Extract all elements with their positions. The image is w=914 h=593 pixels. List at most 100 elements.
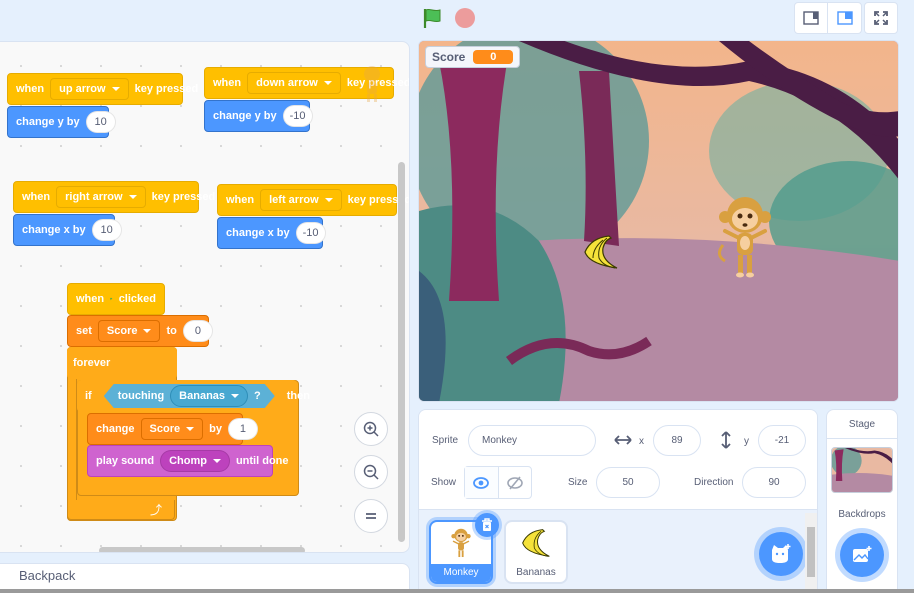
when-key-pressed-block-up[interactable]: when up arrow key pressed: [7, 60, 198, 105]
y-value: -21: [774, 435, 790, 446]
change-variable-block[interactable]: change Score by 1: [87, 413, 258, 445]
block-text: clicked: [118, 293, 156, 305]
script-area[interactable]: when up arrow key pressed change y by 10…: [0, 41, 410, 553]
key-dropdown[interactable]: left arrow: [260, 189, 342, 211]
sprite-name-value: Monkey: [482, 435, 518, 446]
touching-target-value: Bananas: [179, 390, 226, 402]
block-text: change y by: [16, 116, 80, 128]
choose-sprite-button[interactable]: [759, 532, 803, 576]
key-dropdown[interactable]: down arrow: [247, 72, 341, 94]
value-input[interactable]: 0: [182, 320, 213, 342]
direction-input[interactable]: 90: [742, 467, 806, 498]
horizontal-scrollbar[interactable]: [99, 547, 305, 552]
sprite-pane: Sprite Monkey x 89 y -21 Show Size 50 Di…: [418, 409, 818, 593]
visibility-toggle: [464, 466, 532, 499]
hide-button[interactable]: [499, 467, 532, 498]
touching-block[interactable]: touching Bananas ?: [104, 384, 275, 408]
score-monitor[interactable]: Score 0: [425, 46, 521, 68]
when-key-pressed-block-right[interactable]: when right arrow key pressed: [13, 168, 215, 213]
chevron-down-icon: [212, 459, 221, 463]
block-text: when: [76, 293, 105, 305]
change-x-block[interactable]: change x by 10: [13, 214, 122, 246]
key-dropdown-value: down arrow: [256, 77, 318, 89]
sprite-name-input[interactable]: Monkey: [468, 425, 596, 456]
sprite-info-panel: Sprite Monkey x 89 y -21 Show Size 50 Di…: [419, 410, 817, 510]
variable-dropdown[interactable]: Score: [97, 320, 161, 342]
set-variable-block[interactable]: set Score to 0: [67, 315, 213, 347]
when-flag-clicked-block[interactable]: when clicked: [67, 270, 165, 315]
backpack-label: Backpack: [19, 568, 76, 583]
add-backdrop-icon: [853, 546, 872, 562]
bananas-icon: [584, 235, 618, 269]
delete-sprite-button[interactable]: [475, 513, 499, 537]
value-input[interactable]: 10: [85, 111, 116, 133]
zoom-in-icon: [363, 421, 379, 437]
change-y-block[interactable]: change y by -10: [204, 100, 313, 132]
show-button[interactable]: [465, 467, 499, 498]
block-text: play sound: [96, 455, 155, 467]
key-dropdown[interactable]: right arrow: [56, 186, 146, 208]
x-label: x: [639, 436, 644, 447]
normal-stage-button[interactable]: [828, 3, 861, 33]
block-text: to: [166, 325, 177, 337]
value-input[interactable]: 1: [227, 418, 258, 440]
small-stage-icon: [803, 11, 819, 25]
size-value: 50: [622, 477, 634, 488]
value-input[interactable]: 10: [91, 219, 122, 241]
equals-icon: [366, 513, 376, 519]
jungle-backdrop: [419, 41, 898, 401]
zoom-out-button[interactable]: [354, 455, 388, 489]
stage-target-pane[interactable]: Stage Backdrops: [826, 409, 898, 593]
monkey-thumbnail-icon: [451, 528, 471, 558]
zoom-in-button[interactable]: [354, 412, 388, 446]
monkey-icon: [364, 66, 380, 102]
when-key-pressed-block-left[interactable]: when left arrow key pressed: [217, 171, 409, 216]
size-input[interactable]: 50: [596, 467, 660, 498]
scrollbar-thumb[interactable]: [807, 527, 815, 577]
chevron-down-icon: [111, 87, 120, 91]
horizontal-arrows-icon: [614, 435, 632, 445]
green-flag-icon: [110, 297, 113, 301]
block-text: touching: [117, 390, 165, 402]
sprite-tile-bananas[interactable]: Bananas: [504, 520, 568, 584]
block-text: until done: [235, 455, 289, 467]
change-y-block[interactable]: change y by 10: [7, 106, 116, 138]
forever-footer: ⤴: [67, 500, 175, 520]
vertical-arrows-icon: [721, 431, 731, 449]
chevron-down-icon: [186, 427, 195, 431]
green-flag-button[interactable]: [422, 7, 444, 29]
play-sound-until-done-block[interactable]: play sound Chomp until done: [87, 445, 289, 477]
stage-canvas[interactable]: Score 0: [418, 40, 899, 402]
x-position-input[interactable]: 89: [653, 425, 701, 456]
variable-dropdown[interactable]: Score: [140, 418, 204, 440]
key-dropdown[interactable]: up arrow: [50, 78, 129, 100]
sound-dropdown[interactable]: Chomp: [160, 450, 230, 472]
reset-zoom-button[interactable]: [354, 499, 388, 533]
block-text: if: [85, 390, 92, 402]
y-position-input[interactable]: -21: [758, 425, 806, 456]
vertical-scrollbar[interactable]: [398, 162, 405, 542]
small-stage-button[interactable]: [795, 3, 828, 33]
block-text: forever: [73, 357, 111, 369]
chevron-down-icon: [231, 394, 239, 398]
key-dropdown-value: up arrow: [59, 83, 106, 95]
if-header: if touching Bananas ? then: [77, 380, 310, 412]
size-label: Size: [568, 477, 588, 488]
key-dropdown-value: right arrow: [65, 191, 123, 203]
backdrop-thumbnail[interactable]: [831, 447, 893, 493]
fullscreen-button[interactable]: [864, 2, 898, 34]
choose-backdrop-button[interactable]: [840, 533, 884, 577]
change-x-block[interactable]: change x by -10: [217, 217, 326, 249]
chevron-down-icon: [143, 329, 152, 333]
forever-label: forever: [67, 347, 177, 379]
show-label: Show: [431, 477, 457, 488]
stop-button[interactable]: [455, 8, 475, 28]
touching-target-dropdown[interactable]: Bananas: [170, 385, 248, 407]
sprite-list-scrollbar[interactable]: [805, 513, 817, 592]
sprite-name-label: Sprite: [432, 435, 459, 446]
sound-dropdown-value: Chomp: [169, 455, 207, 467]
value-input[interactable]: -10: [295, 222, 326, 244]
chevron-down-icon: [324, 198, 333, 202]
value-input[interactable]: -10: [282, 105, 313, 127]
window-bottom-edge: [0, 589, 914, 593]
